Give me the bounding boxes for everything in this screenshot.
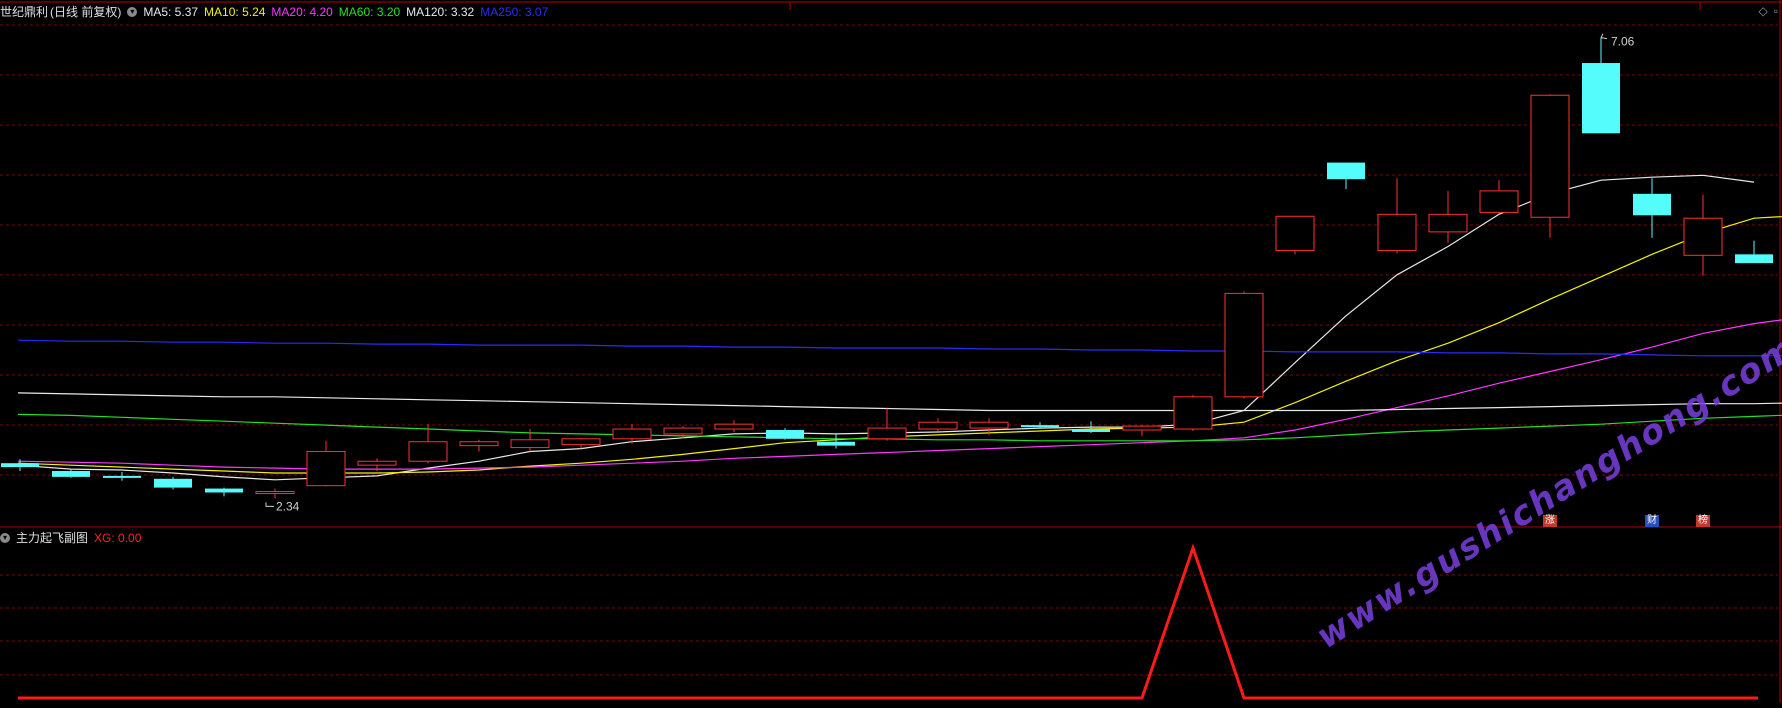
candle-body-up xyxy=(1428,213,1468,233)
chart-canvas[interactable]: 7.06 2.34 xyxy=(0,0,1782,703)
low-marker-arrow xyxy=(265,502,274,507)
stock-name: 世纪鼎利 xyxy=(0,5,49,19)
candle-body-up xyxy=(1173,396,1213,430)
candle-body-up xyxy=(255,491,295,495)
candle-body-up xyxy=(408,441,448,462)
candle-body-up xyxy=(918,421,958,430)
candle-body-down xyxy=(52,471,90,477)
candle-body-down xyxy=(103,475,141,478)
high-price-label: 7.06 xyxy=(1611,35,1635,49)
ma-indicator-list: MA5: 5.37 MA10: 5.24 MA20: 4.20 MA60: 3.20 M… xyxy=(143,4,554,20)
candle-body-up xyxy=(1122,425,1162,431)
ma-line-ma120 xyxy=(17,392,1782,412)
main-chart-header: 世纪鼎利 (日线 前复权) ▾ MA5: 5.37 MA10: 5.24 MA20:… xyxy=(0,4,560,20)
ma-line-ma20 xyxy=(17,319,1782,470)
candle-body-down xyxy=(1327,162,1365,180)
candle-body-down xyxy=(1072,429,1110,432)
ma-label-3: MA60: 3.20 xyxy=(338,5,401,19)
ma-label-0: MA5: 5.37 xyxy=(143,5,199,19)
ma-line-ma250 xyxy=(17,339,1782,357)
chart-window: 7.06 2.34 世纪鼎利 (日线 前复权) ▾ MA5: 5.37 MA10: … xyxy=(0,0,1782,703)
candle-body-up xyxy=(714,423,754,430)
candle-body-up xyxy=(357,460,397,466)
candle-body-up xyxy=(969,421,1009,429)
subchart-settings-icon[interactable]: ▾ xyxy=(0,533,10,543)
candle-body-down xyxy=(1582,63,1620,134)
event-tag-1[interactable]: 财 xyxy=(1645,515,1659,527)
ma-label-5: MA250: 3.07 xyxy=(480,5,549,19)
event-tag-0[interactable]: 涨 xyxy=(1543,515,1557,527)
candle-body-up xyxy=(1530,94,1570,218)
candle-body-up xyxy=(1224,292,1264,398)
window-square-icon[interactable]: ▫ xyxy=(1774,4,1778,18)
candle-body-down xyxy=(1633,193,1671,216)
candle-body-up xyxy=(1275,215,1315,251)
window-controls: ◇ ▫ xyxy=(1759,4,1779,18)
candle-body-up xyxy=(612,428,652,440)
diamond-icon[interactable]: ◇ xyxy=(1759,4,1768,18)
candle-body-up xyxy=(1479,190,1519,213)
candle-body-up xyxy=(867,427,907,440)
xg-value: XG: 0.00 xyxy=(94,531,142,545)
candle-body-down xyxy=(1,463,39,468)
candle-body-up xyxy=(663,427,703,435)
candle-body-up xyxy=(1683,217,1723,256)
sub-chart-header: ▾ 主力起飞副图 XG: 0.00 xyxy=(0,530,147,546)
ma-label-2: MA20: 4.20 xyxy=(271,5,333,19)
candle-body-up xyxy=(1377,213,1417,251)
candle-body-up xyxy=(459,441,499,447)
candle-body-up xyxy=(561,438,601,446)
period-label: (日线 前复权) xyxy=(50,5,122,19)
candle-body-down xyxy=(766,430,804,439)
low-price-label: 2.34 xyxy=(276,499,300,513)
indicator-settings-icon[interactable]: ▾ xyxy=(127,7,138,17)
candle-body-down xyxy=(154,478,192,488)
event-tag-2[interactable]: 榜 xyxy=(1696,515,1710,527)
candle-body-down xyxy=(817,441,855,446)
ma-label-4: MA120: 3.32 xyxy=(406,5,475,19)
candle-body-up xyxy=(306,450,346,487)
candle-body-up xyxy=(510,439,550,449)
high-marker-arrow xyxy=(1600,33,1608,40)
indicator-name: 主力起飞副图 xyxy=(16,531,89,545)
candle-body-down xyxy=(1735,254,1773,264)
candle-body-down xyxy=(205,488,243,493)
ma-label-1: MA10: 5.24 xyxy=(204,5,266,19)
candle-body-down xyxy=(1021,425,1059,428)
